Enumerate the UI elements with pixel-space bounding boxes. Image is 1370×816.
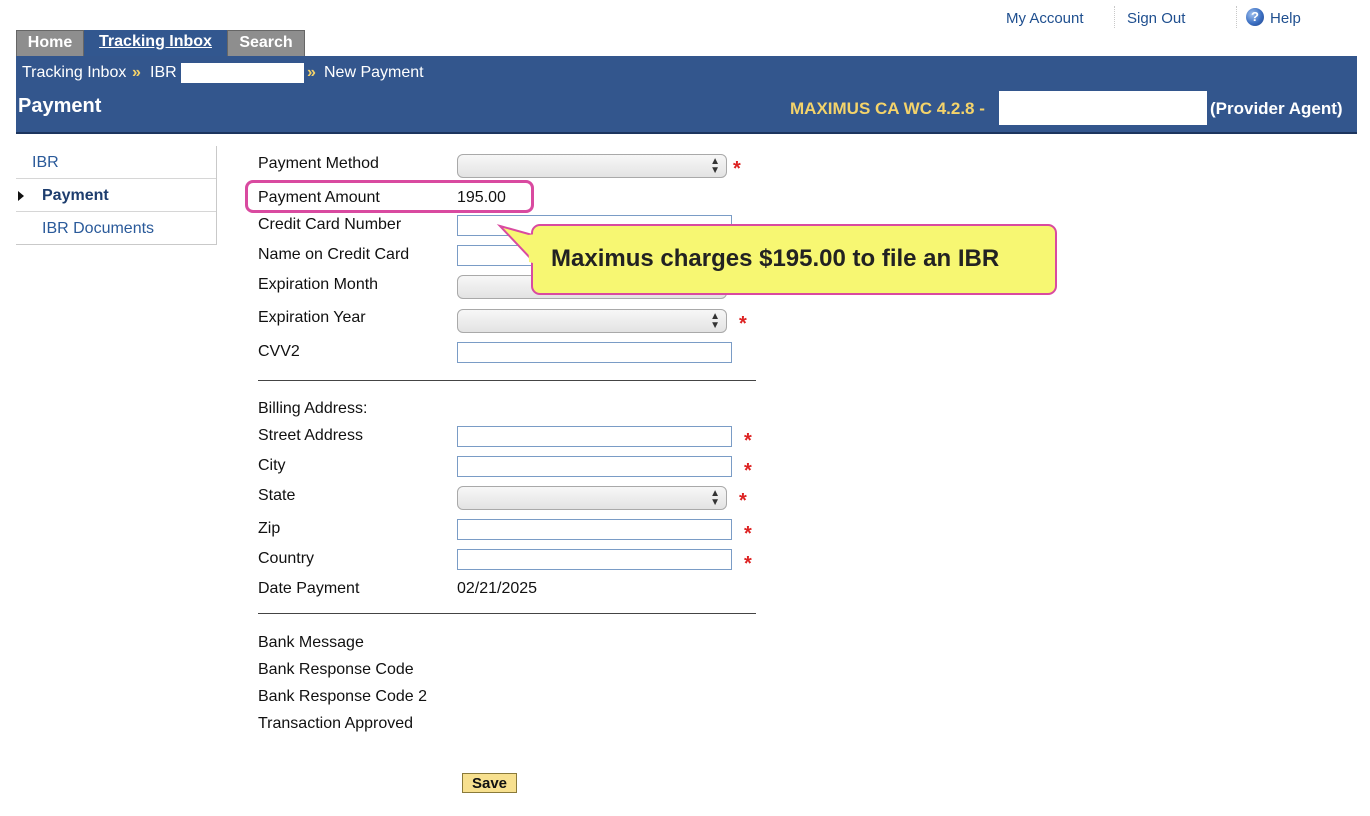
billing-address-heading: Billing Address: bbox=[258, 400, 368, 417]
expiration-year-label: Expiration Year bbox=[258, 309, 366, 326]
zip-field[interactable] bbox=[457, 519, 732, 540]
date-payment-label: Date Payment bbox=[258, 580, 360, 597]
transaction-approved-label: Transaction Approved bbox=[258, 715, 414, 732]
sidebar-item-label: IBR bbox=[32, 154, 59, 171]
save-button[interactable]: Save bbox=[462, 773, 517, 793]
sidebar-item-label: Payment bbox=[42, 187, 109, 204]
top-link-divider bbox=[1114, 6, 1115, 28]
sidebar: IBR Payment IBR Documents bbox=[16, 146, 217, 245]
sidebar-item-ibr[interactable]: IBR bbox=[16, 146, 216, 179]
select-arrows-icon: ▲▼ bbox=[710, 156, 720, 176]
section-divider bbox=[258, 380, 756, 381]
city-field[interactable] bbox=[457, 456, 732, 477]
required-marker: * bbox=[733, 158, 741, 180]
help-icon[interactable]: ? bbox=[1246, 8, 1264, 26]
my-account-link[interactable]: My Account bbox=[1006, 10, 1084, 27]
breadcrumb-separator: » bbox=[307, 64, 316, 81]
required-marker: * bbox=[739, 313, 747, 335]
breadcrumb-ibr[interactable]: IBR bbox=[150, 64, 177, 82]
cvv2-label: CVV2 bbox=[258, 343, 300, 360]
expiration-year-select[interactable]: ▲ ▼ bbox=[457, 309, 727, 333]
page-title: Payment bbox=[18, 95, 102, 117]
tab-home[interactable]: Home bbox=[16, 30, 84, 56]
name-on-card-label: Name on Credit Card bbox=[258, 246, 410, 263]
street-address-field[interactable] bbox=[457, 426, 732, 447]
tab-tracking-inbox[interactable]: Tracking Inbox bbox=[84, 30, 227, 56]
help-link[interactable]: Help bbox=[1270, 10, 1301, 27]
required-marker: * bbox=[744, 523, 752, 545]
state-select[interactable]: ▲ ▼ bbox=[457, 486, 727, 510]
country-label: Country bbox=[258, 550, 315, 567]
required-marker: * bbox=[744, 553, 752, 575]
current-arrow-icon bbox=[18, 191, 24, 201]
required-marker: * bbox=[744, 430, 752, 452]
user-role: (Provider Agent) bbox=[1210, 99, 1343, 118]
breadcrumb-separator: » bbox=[132, 64, 141, 81]
expiration-month-label: Expiration Month bbox=[258, 276, 379, 293]
top-link-divider bbox=[1236, 6, 1237, 28]
required-marker: * bbox=[739, 490, 747, 512]
breadcrumb-new-payment: New Payment bbox=[324, 64, 424, 81]
payment-method-label: Payment Method bbox=[258, 155, 379, 172]
city-label: City bbox=[258, 457, 286, 474]
sidebar-item-ibr-documents[interactable]: IBR Documents bbox=[16, 212, 216, 245]
annotation-text: Maximus charges $195.00 to file an IBR bbox=[551, 245, 1000, 272]
redacted-id bbox=[181, 63, 304, 83]
select-arrows-icon: ▲▼ bbox=[710, 488, 720, 508]
state-label: State bbox=[258, 487, 296, 504]
redacted-provider-name bbox=[999, 91, 1207, 125]
street-address-label: Street Address bbox=[258, 427, 363, 444]
section-divider bbox=[258, 613, 756, 614]
sidebar-item-payment[interactable]: Payment bbox=[16, 179, 216, 212]
zip-label: Zip bbox=[258, 520, 281, 537]
sidebar-item-label: IBR Documents bbox=[42, 220, 155, 237]
bank-response-code-label: Bank Response Code bbox=[258, 661, 414, 678]
date-payment-value: 02/21/2025 bbox=[457, 580, 538, 597]
required-marker: * bbox=[744, 460, 752, 482]
cvv2-field[interactable] bbox=[457, 342, 732, 363]
payment-amount-highlight bbox=[245, 180, 534, 213]
bank-message-label: Bank Message bbox=[258, 634, 364, 651]
select-arrows-icon: ▲▼ bbox=[710, 311, 720, 331]
country-field[interactable] bbox=[457, 549, 732, 570]
bank-response-code-2-label: Bank Response Code 2 bbox=[258, 688, 427, 705]
payment-method-select[interactable]: ▲ ▼ bbox=[457, 154, 727, 178]
tab-search[interactable]: Search bbox=[227, 30, 305, 56]
credit-card-number-label: Credit Card Number bbox=[258, 216, 402, 233]
sign-out-link[interactable]: Sign Out bbox=[1127, 10, 1185, 27]
breadcrumb-tracking-inbox[interactable]: Tracking Inbox bbox=[22, 64, 126, 82]
app-version: MAXIMUS CA WC 4.2.8 - bbox=[790, 99, 985, 118]
